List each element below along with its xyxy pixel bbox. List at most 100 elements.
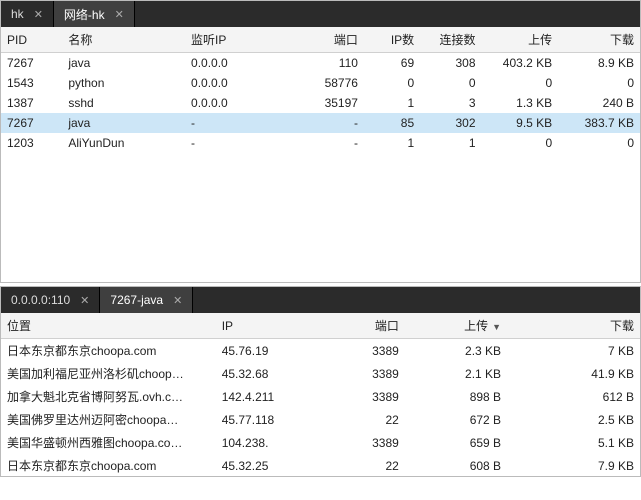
table-row[interactable]: 日本东京都东京choopa.com45.76.1933892.3 KB7 KB bbox=[1, 339, 640, 363]
cell-conn: 302 bbox=[420, 113, 481, 133]
cell-name: sshd bbox=[62, 93, 185, 113]
cell-up: 0 bbox=[482, 73, 559, 93]
lower-tab-0[interactable]: 0.0.0.0:110 ✕ bbox=[1, 287, 100, 313]
cell-ip: 45.76.19 bbox=[216, 339, 328, 363]
upper-tabbar: hk ✕ 网络-hk ✕ bbox=[1, 1, 640, 27]
col-header[interactable]: 端口 bbox=[303, 27, 364, 53]
cell-ips: 1 bbox=[364, 133, 420, 153]
cell-conn: 0 bbox=[420, 73, 481, 93]
cell-port: 22 bbox=[328, 408, 405, 431]
cell-name: AliYunDun bbox=[62, 133, 185, 153]
tab-label: 0.0.0.0:110 bbox=[11, 293, 70, 307]
tab-label: hk bbox=[11, 7, 24, 21]
cell-conn: 1 bbox=[420, 133, 481, 153]
cell-loc: 日本东京都东京choopa.com bbox=[1, 339, 216, 363]
close-icon[interactable]: ✕ bbox=[80, 294, 89, 307]
cell-ip: 0.0.0.0 bbox=[185, 93, 303, 113]
close-icon[interactable]: ✕ bbox=[34, 8, 43, 21]
table-row[interactable]: 1203AliYunDun--1100 bbox=[1, 133, 640, 153]
table-row[interactable]: 美国佛罗里达州迈阿密choopa…45.77.11822672 B2.5 KB bbox=[1, 408, 640, 431]
cell-up: 608 B bbox=[405, 454, 507, 476]
lower-panel: 0.0.0.0:110✕7267-java✕ 位置IP端口上传▼下载 日本东京都… bbox=[0, 286, 641, 477]
cell-ips: 69 bbox=[364, 53, 420, 74]
cell-loc: 美国佛罗里达州迈阿密choopa… bbox=[1, 408, 216, 431]
col-header[interactable]: 端口 bbox=[328, 313, 405, 339]
cell-down: 8.9 KB bbox=[558, 53, 640, 74]
table-row[interactable]: 美国华盛顿州西雅图choopa.co…104.238.3389659 B5.1 … bbox=[1, 431, 640, 454]
cell-ip: 104.238. bbox=[216, 431, 328, 454]
table-row[interactable]: 7267java--853029.5 KB383.7 KB bbox=[1, 113, 640, 133]
sort-indicator-icon: ▼ bbox=[492, 322, 501, 332]
col-header[interactable]: 位置 bbox=[1, 313, 216, 339]
col-header[interactable]: PID bbox=[1, 27, 62, 53]
cell-up: 0 bbox=[482, 133, 559, 153]
cell-ip: 142.4.211 bbox=[216, 385, 328, 408]
col-header[interactable]: 下载 bbox=[507, 313, 640, 339]
cell-down: 2.5 KB bbox=[507, 408, 640, 431]
cell-down: 41.9 KB bbox=[507, 362, 640, 385]
upper-tab-1[interactable]: 网络-hk ✕ bbox=[54, 1, 135, 27]
table-row[interactable]: 1543python0.0.0.0587760000 bbox=[1, 73, 640, 93]
col-header[interactable]: 名称 bbox=[62, 27, 185, 53]
table-row[interactable]: 1387sshd0.0.0.035197131.3 KB240 B bbox=[1, 93, 640, 113]
cell-loc: 加拿大魁北克省博阿努瓦.ovh.c… bbox=[1, 385, 216, 408]
tab-label: 网络-hk bbox=[64, 6, 105, 23]
cell-ip: 45.32.25 bbox=[216, 454, 328, 476]
cell-port: 35197 bbox=[303, 93, 364, 113]
cell-port: 3389 bbox=[328, 385, 405, 408]
lower-tab-1[interactable]: 7267-java✕ bbox=[100, 287, 193, 313]
cell-ip: 0.0.0.0 bbox=[185, 53, 303, 74]
process-table-container[interactable]: PID名称监听IP端口IP数连接数上传下载 7267java0.0.0.0110… bbox=[1, 27, 640, 282]
cell-ip: - bbox=[185, 133, 303, 153]
upper-tab-0[interactable]: hk ✕ bbox=[1, 1, 54, 27]
cell-loc: 美国加利福尼亚州洛杉矶choop… bbox=[1, 362, 216, 385]
cell-conn: 308 bbox=[420, 53, 481, 74]
cell-down: 7.9 KB bbox=[507, 454, 640, 476]
connection-table-container[interactable]: 位置IP端口上传▼下载 日本东京都东京choopa.com45.76.19338… bbox=[1, 313, 640, 476]
col-header[interactable]: 下载 bbox=[558, 27, 640, 53]
cell-up: 2.1 KB bbox=[405, 362, 507, 385]
col-header[interactable]: 监听IP bbox=[185, 27, 303, 53]
cell-up: 403.2 KB bbox=[482, 53, 559, 74]
upper-panel: hk ✕ 网络-hk ✕ PID名称监听IP端口IP数连接数上传下载 7267java… bbox=[0, 0, 641, 283]
cell-name: python bbox=[62, 73, 185, 93]
cell-up: 672 B bbox=[405, 408, 507, 431]
cell-down: 240 B bbox=[558, 93, 640, 113]
cell-port: 22 bbox=[328, 454, 405, 476]
cell-name: java bbox=[62, 113, 185, 133]
cell-down: 0 bbox=[558, 133, 640, 153]
cell-up: 9.5 KB bbox=[482, 113, 559, 133]
cell-ips: 1 bbox=[364, 93, 420, 113]
close-icon[interactable]: ✕ bbox=[173, 294, 182, 307]
table-row[interactable]: 7267java0.0.0.011069308403.2 KB8.9 KB bbox=[1, 53, 640, 74]
process-table: PID名称监听IP端口IP数连接数上传下载 7267java0.0.0.0110… bbox=[1, 27, 640, 153]
cell-up: 898 B bbox=[405, 385, 507, 408]
col-header[interactable]: IP bbox=[216, 313, 328, 339]
close-icon[interactable]: ✕ bbox=[115, 8, 124, 21]
cell-port: 3389 bbox=[328, 362, 405, 385]
cell-down: 612 B bbox=[507, 385, 640, 408]
cell-conn: 3 bbox=[420, 93, 481, 113]
cell-ip: 0.0.0.0 bbox=[185, 73, 303, 93]
col-header[interactable]: 上传 bbox=[482, 27, 559, 53]
cell-down: 7 KB bbox=[507, 339, 640, 363]
cell-port: 3389 bbox=[328, 431, 405, 454]
col-header[interactable]: 上传▼ bbox=[405, 313, 507, 339]
table-row[interactable]: 美国加利福尼亚州洛杉矶choop…45.32.6833892.1 KB41.9 … bbox=[1, 362, 640, 385]
cell-ip: 45.77.118 bbox=[216, 408, 328, 431]
cell-ip: - bbox=[185, 113, 303, 133]
cell-pid: 1543 bbox=[1, 73, 62, 93]
cell-port: 110 bbox=[303, 53, 364, 74]
cell-ip: 45.32.68 bbox=[216, 362, 328, 385]
table-row[interactable]: 日本东京都东京choopa.com45.32.2522608 B7.9 KB bbox=[1, 454, 640, 476]
cell-up: 1.3 KB bbox=[482, 93, 559, 113]
cell-port: 3389 bbox=[328, 339, 405, 363]
cell-down: 5.1 KB bbox=[507, 431, 640, 454]
table-row[interactable]: 加拿大魁北克省博阿努瓦.ovh.c…142.4.2113389898 B612 … bbox=[1, 385, 640, 408]
col-header[interactable]: IP数 bbox=[364, 27, 420, 53]
cell-pid: 1387 bbox=[1, 93, 62, 113]
col-header[interactable]: 连接数 bbox=[420, 27, 481, 53]
cell-ips: 85 bbox=[364, 113, 420, 133]
connection-table: 位置IP端口上传▼下载 日本东京都东京choopa.com45.76.19338… bbox=[1, 313, 640, 476]
cell-port: - bbox=[303, 133, 364, 153]
